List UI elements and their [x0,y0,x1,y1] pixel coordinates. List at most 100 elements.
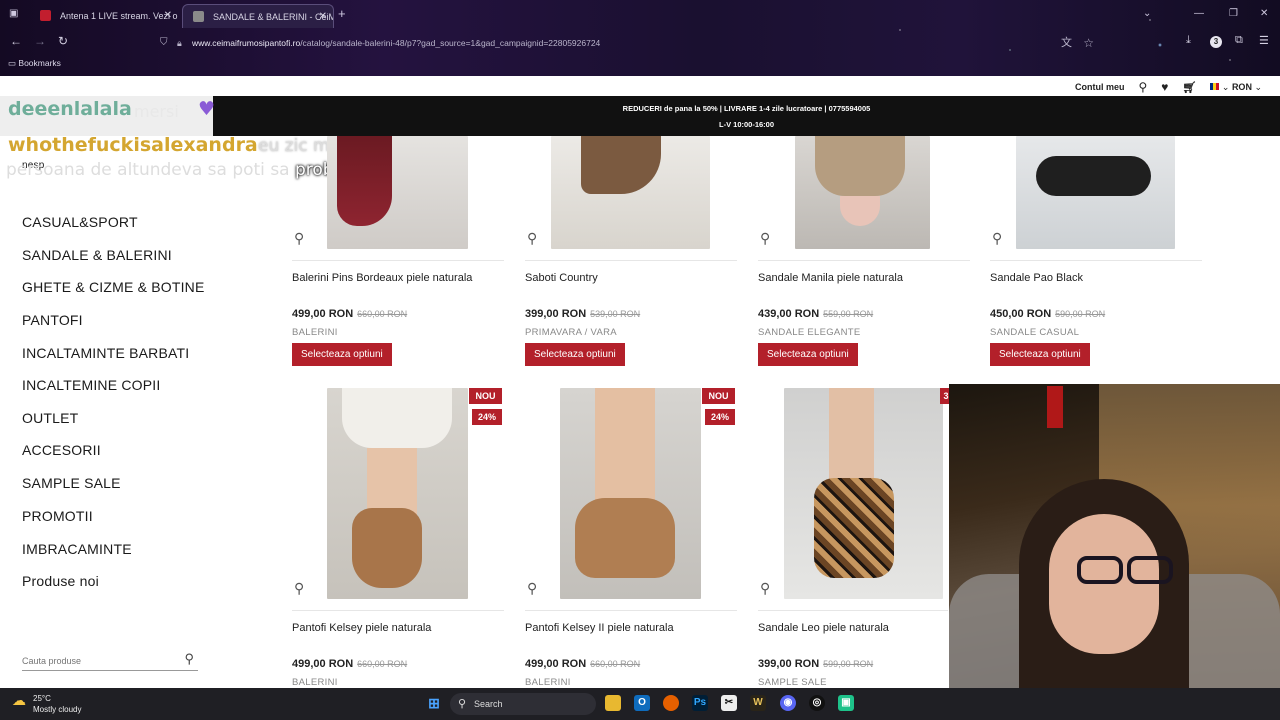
product-category[interactable]: BALERINI [292,677,338,688]
weather-widget[interactable]: ☁ 25°C Mostly cloudy [12,693,81,715]
product-card[interactable]: NOU 24% ⚲ Pantofi Kelsey II piele natura… [525,388,737,688]
product-category[interactable]: BALERINI [292,327,338,338]
firefox-icon[interactable] [663,695,679,711]
taskbar-search[interactable]: ⚲ Search [450,693,596,715]
weather-desc: Mostly cloudy [33,705,82,714]
discord-icon[interactable]: ◉ [780,695,796,711]
product-card[interactable]: ⚲ Sandale Pao Black 450,00 RON 590,00 RON… [990,136,1202,368]
search-icon[interactable]: ⚲ [1138,80,1147,94]
sidebar-item-pantofi[interactable]: PANTOFI [22,312,83,328]
zoom-icon[interactable]: ⚲ [527,230,537,247]
menu-icon[interactable]: ☰ [1259,34,1269,47]
product-category[interactable]: PRIMAVARA / VARA [525,327,617,338]
sidebar-item-casual-sport[interactable]: CASUAL&SPORT [22,214,138,230]
product-category[interactable]: SAMPLE SALE [758,677,827,688]
product-name[interactable]: Sandale Pao Black [990,272,1083,284]
bookmarks-bar[interactable]: ▭ Bookmarks [8,58,61,69]
zoom-icon[interactable]: ⚲ [294,580,304,597]
search-input[interactable] [22,652,172,670]
browser-chrome: ▣ Antena 1 LIVE stream. Vezi onli ✕ SAND… [0,0,1280,76]
tab-overview-icon[interactable]: ▣ [9,8,18,19]
photoshop-icon[interactable]: Ps [692,695,708,711]
product-category[interactable]: BALERINI [525,677,571,688]
sidebar-item-imbracaminte[interactable]: IMBRACAMINTE [22,541,132,557]
downloads-icon[interactable]: ⤓ [1186,34,1191,47]
back-icon[interactable]: ← [10,34,22,48]
close-window-icon[interactable]: ✕ [1260,8,1268,19]
sidebar-item-sandale-balerini[interactable]: SANDALE & BALERINI [22,247,172,263]
select-options-button[interactable]: Selecteaza optiuni [990,343,1090,366]
wow-icon[interactable]: W [750,695,766,711]
outlook-icon[interactable]: O [634,695,650,711]
forward-icon[interactable]: → [34,34,46,48]
divider [292,610,504,611]
product-image[interactable] [1016,136,1175,249]
search-icon[interactable]: ⚲ [184,651,194,667]
select-options-button[interactable]: Selecteaza optiuni [292,343,392,366]
zoom-icon[interactable]: ⚲ [527,580,537,597]
product-image[interactable] [795,136,930,249]
shield-icon[interactable]: ⛉ [160,32,168,54]
wishlist-heart-icon[interactable]: ♥ [1161,80,1168,94]
new-tab-icon[interactable]: + [338,6,346,21]
product-name[interactable]: Pantofi Kelsey piele naturala [292,622,431,634]
product-card[interactable]: ⚲ Balerini Pins Bordeaux piele naturala … [292,136,504,368]
close-tab-icon[interactable]: ✕ [319,5,327,28]
product-card[interactable]: ⚲ Saboti Country 399,00 RON 539,00 RON PR… [525,136,737,368]
profile-badge[interactable]: 3 [1210,36,1222,48]
currency-selector[interactable]: ⌄ RON ⌄ [1210,82,1262,93]
product-card[interactable]: NOU 24% ⚲ Pantofi Kelsey piele naturala … [292,388,504,688]
chevron-down-icon: ⌄ [1254,81,1262,92]
lock-icon[interactable]: 🔒︎ [177,32,182,54]
zoom-icon[interactable]: ⚲ [760,230,770,247]
product-name[interactable]: Sandale Manila piele naturala [758,272,903,284]
app-icon[interactable]: ▣ [838,695,854,711]
tab-antena[interactable]: Antena 1 LIVE stream. Vezi onli ✕ [30,4,178,28]
product-image[interactable] [327,388,468,599]
sidebar-item-accesorii[interactable]: ACCESORII [22,442,101,458]
product-image[interactable] [327,136,468,249]
product-card[interactable]: 3 ⚲ Sandale Leo piele naturala 399,00 RO… [758,388,970,688]
account-link[interactable]: Contul meu [1075,82,1125,92]
product-name[interactable]: Sandale Leo piele naturala [758,622,889,634]
product-image[interactable] [784,388,943,599]
file-explorer-icon[interactable] [605,695,621,711]
cart-icon[interactable]: 🛒︎ [1182,81,1196,94]
select-options-button[interactable]: Selecteaza optiuni [758,343,858,366]
product-image[interactable] [560,388,701,599]
nav-row: ← → ↻ ⛉ 🔒︎ www.ceimaifrumosipantofi.ro/c… [0,32,1280,54]
product-card[interactable]: ⚲ Sandale Manila piele naturala 439,00 R… [758,136,970,368]
product-category[interactable]: SANDALE ELEGANTE [758,327,860,338]
capcut-icon[interactable]: ✂ [721,695,737,711]
sidebar-item-outlet[interactable]: OUTLET [22,410,78,426]
sidebar-item-barbati[interactable]: INCALTAMINTE BARBATI [22,345,189,361]
sidebar-item-produse-noi[interactable]: Produse noi [22,573,99,589]
product-name[interactable]: Saboti Country [525,272,598,284]
product-name[interactable]: Balerini Pins Bordeaux piele naturala [292,272,472,284]
close-tab-icon[interactable]: ✕ [164,4,172,28]
minimize-icon[interactable]: — [1194,8,1204,19]
bookmark-star-icon[interactable]: ☆ [1083,32,1094,54]
windows-start-icon[interactable]: ⊞ [426,695,442,711]
sidebar-item-promotii[interactable]: PROMOTII [22,508,93,524]
sidebar-item-ghete-cizme[interactable]: GHETE & CIZME & BOTINE [22,279,205,295]
zoom-icon[interactable]: ⚲ [294,230,304,247]
address-bar[interactable]: ⛉ 🔒︎ www.ceimaifrumosipantofi.ro/catalog… [152,32,1102,54]
select-options-button[interactable]: Selecteaza optiuni [525,343,625,366]
product-name[interactable]: Pantofi Kelsey II piele naturala [525,622,674,634]
taskbar-search-label: Search [474,699,503,709]
maximize-icon[interactable]: ❐ [1229,8,1238,19]
product-image[interactable] [551,136,710,249]
product-category[interactable]: SANDALE CASUAL [990,327,1079,338]
translate-icon[interactable]: 文 [1061,32,1072,54]
obs-icon[interactable]: ◎ [809,695,825,711]
tab-sandale[interactable]: SANDALE & BALERINI - CeiMai ✕ [182,4,334,28]
extensions-icon[interactable]: ⧉ [1235,34,1243,47]
tab-list-chevron-icon[interactable]: ⌄ [1143,8,1151,19]
glasses-lens [1077,556,1123,584]
reload-icon[interactable]: ↻ [58,34,68,48]
zoom-icon[interactable]: ⚲ [760,580,770,597]
zoom-icon[interactable]: ⚲ [992,230,1002,247]
sidebar-item-copii[interactable]: INCALTEMINE COPII [22,377,161,393]
sidebar-item-sample-sale[interactable]: SAMPLE SALE [22,475,121,491]
